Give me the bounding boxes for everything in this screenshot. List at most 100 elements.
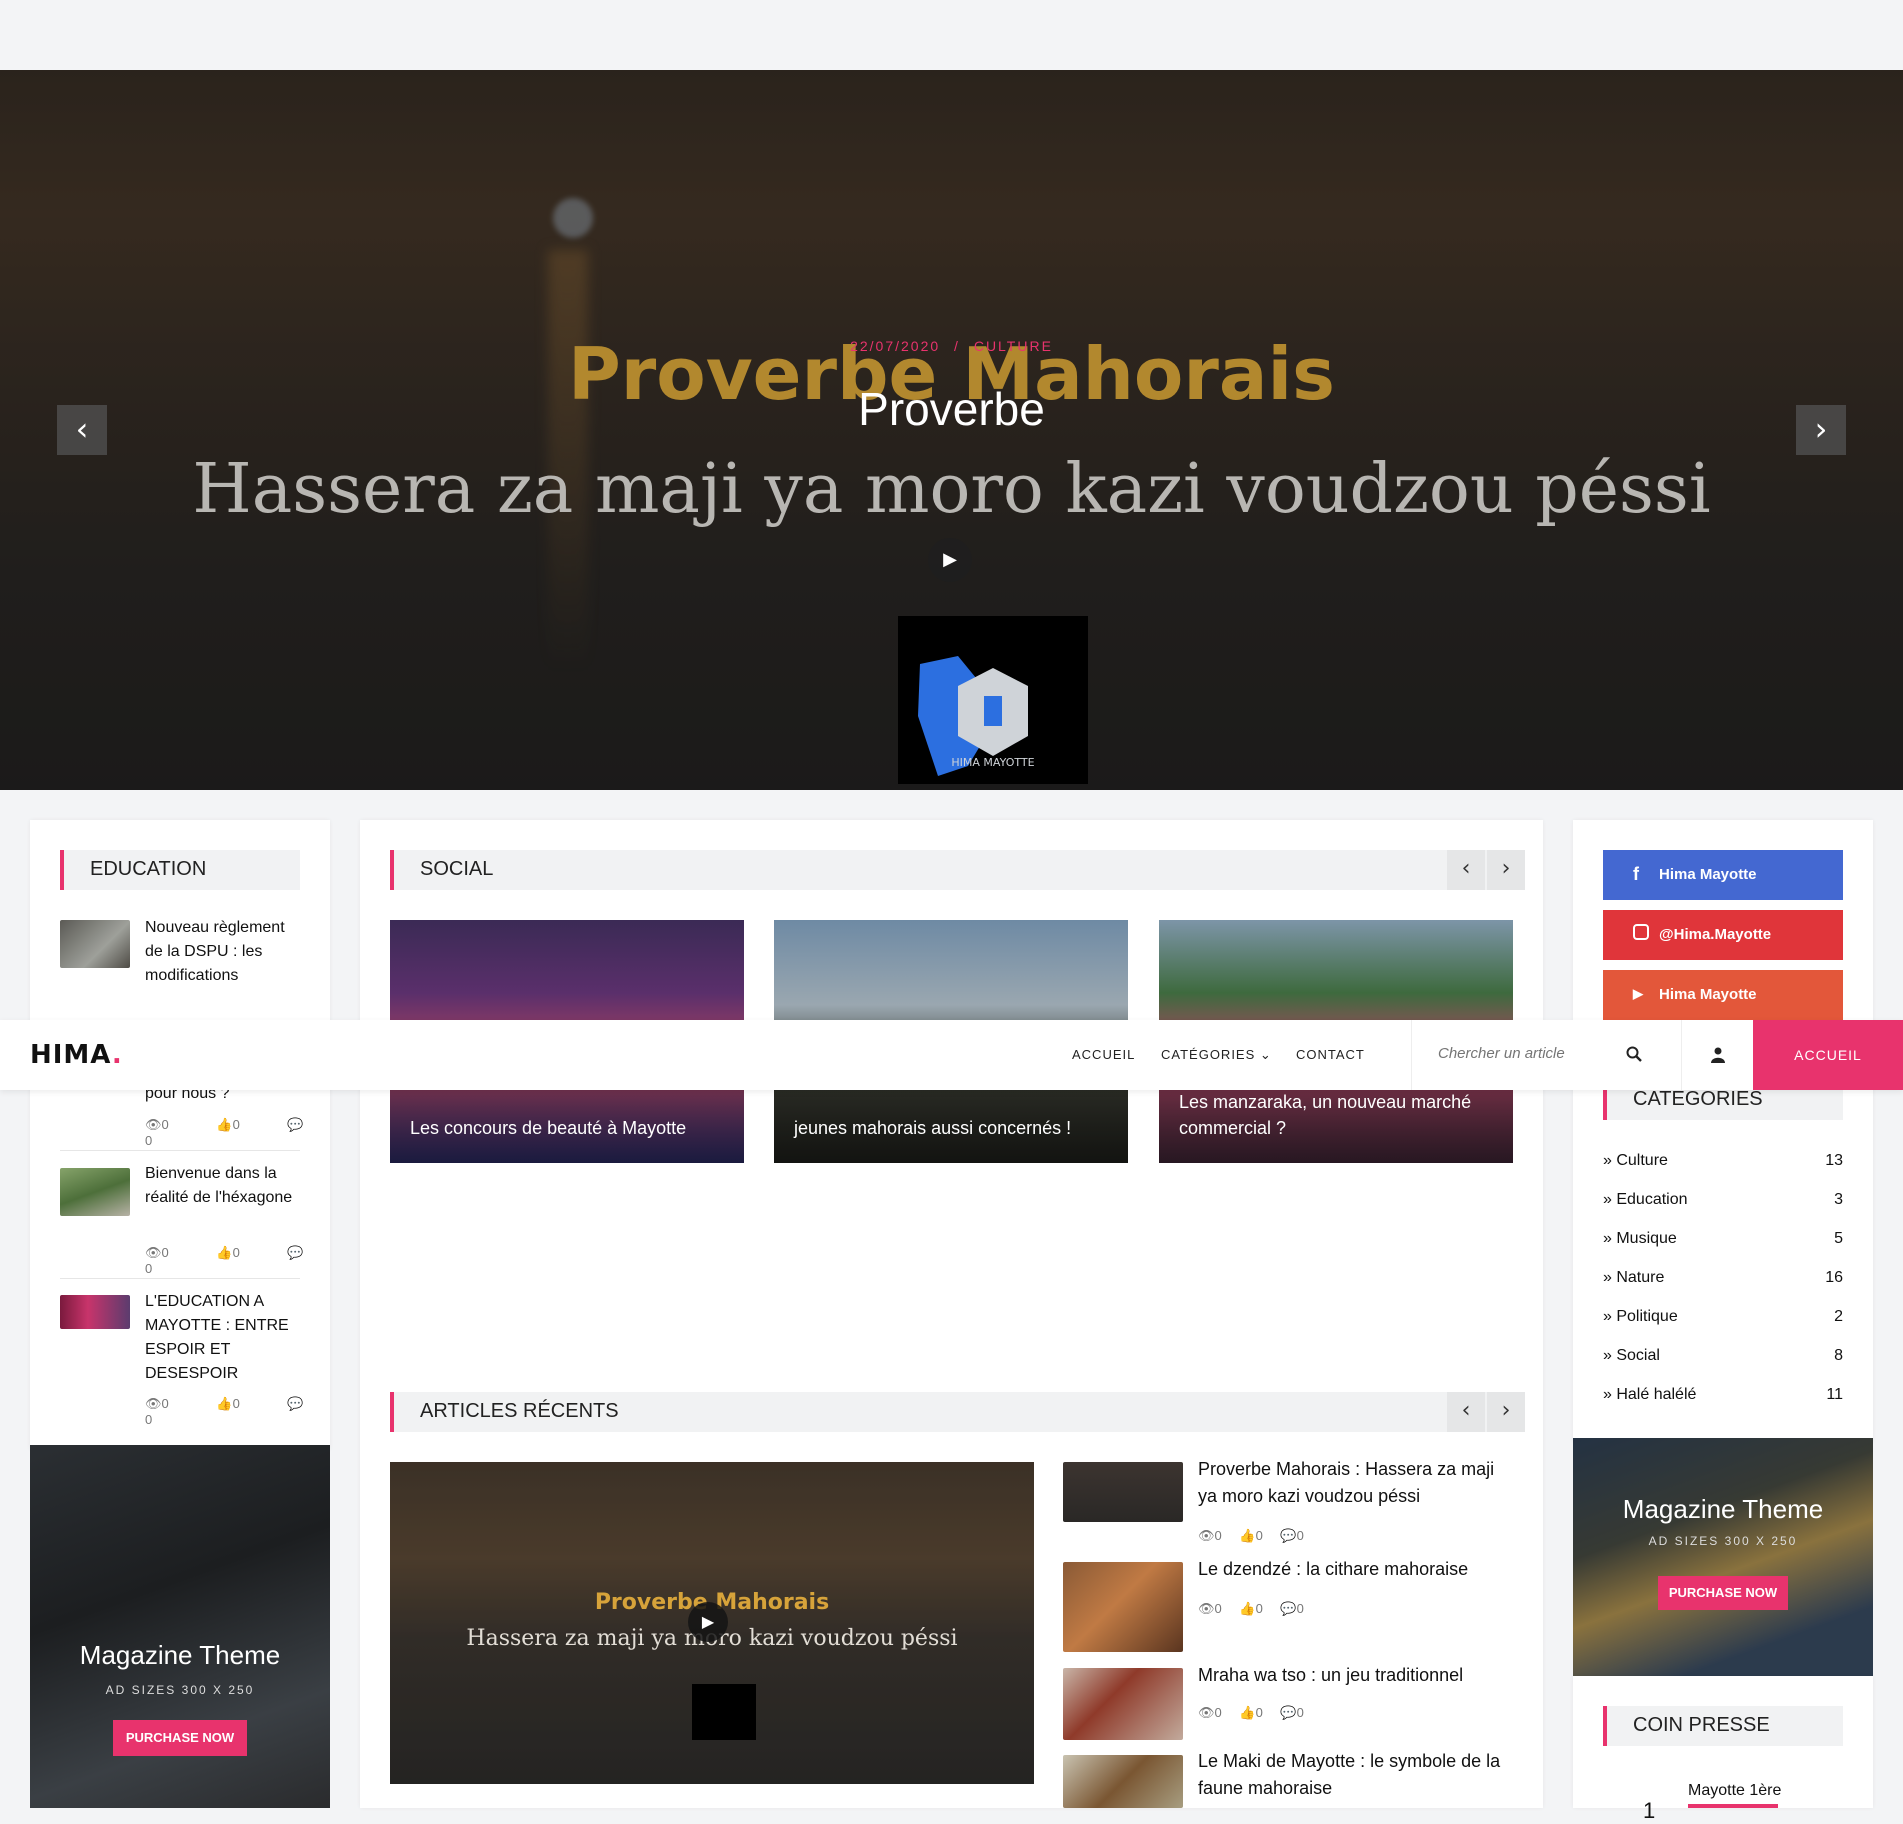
logo-dot: . <box>111 1040 123 1070</box>
category-label[interactable]: » Culture <box>1603 1152 1668 1169</box>
eye-icon: 👁 <box>145 1117 162 1132</box>
category-label[interactable]: » Nature <box>1603 1269 1664 1286</box>
instagram-icon <box>1633 924 1649 940</box>
user-icon[interactable] <box>1681 1020 1753 1090</box>
search-input[interactable] <box>1436 1044 1616 1063</box>
category-count: 8 <box>1834 1347 1843 1364</box>
nav-categories-label: CATÉGORIES <box>1161 1047 1256 1062</box>
category-label[interactable]: » Halé halélé <box>1603 1386 1696 1403</box>
category-item[interactable]: » Social 8 <box>1603 1347 1843 1365</box>
eye-icon: 👁 <box>145 1245 162 1260</box>
education-thumb-3[interactable] <box>60 1168 130 1216</box>
category-count: 11 <box>1826 1386 1843 1403</box>
recent-item-stats: 👁0 👍0 💬0 <box>1198 1601 1398 1617</box>
social-card-caption[interactable]: Les manzaraka, un nouveau marché commerc… <box>1179 1089 1497 1141</box>
divider <box>60 1278 300 1279</box>
category-item[interactable]: » Education 3 <box>1603 1191 1843 1209</box>
search-icon[interactable] <box>1626 1046 1642 1062</box>
facebook-label: Hima Mayotte <box>1659 866 1757 883</box>
play-icon[interactable]: ▶ <box>688 1602 728 1642</box>
recent-next-arrow[interactable]: › <box>1487 1392 1525 1432</box>
category-item[interactable]: » Culture 13 <box>1603 1152 1843 1170</box>
recent-item-title[interactable]: Le dzendzé : la cithare mahoraise <box>1198 1556 1518 1583</box>
eye-icon: 👁 <box>1198 1705 1215 1720</box>
ad-purchase-button[interactable]: PURCHASE NOW <box>113 1720 247 1756</box>
recent-featured-video[interactable]: Proverbe Mahorais Hassera za maji ya mor… <box>390 1462 1034 1784</box>
site-logo[interactable]: HIMA. <box>30 1040 123 1070</box>
recent-thumb[interactable] <box>1063 1755 1183 1808</box>
category-item[interactable]: » Nature 16 <box>1603 1269 1843 1287</box>
category-label[interactable]: » Education <box>1603 1191 1688 1208</box>
nav-accueil[interactable]: ACCUEIL <box>1072 1047 1135 1062</box>
recent-heading-text: ARTICLES RÉCENTS <box>420 1400 619 1422</box>
header-accueil-button[interactable]: ACCUEIL <box>1753 1020 1903 1090</box>
category-count: 3 <box>1834 1191 1843 1208</box>
education-thumb-4[interactable] <box>60 1295 130 1329</box>
education-thumb-1[interactable] <box>60 920 130 968</box>
education-heading-text: EDUCATION <box>90 858 207 880</box>
facebook-button[interactable]: f Hima Mayotte <box>1603 850 1843 900</box>
comment-icon: 💬 <box>287 1245 304 1260</box>
hero-slider[interactable]: Proverbe Mahorais 22/07/2020 / CULTURE P… <box>0 70 1903 790</box>
right-ad-banner[interactable]: Magazine Theme AD SIZES 300 X 250 PURCHA… <box>1573 1438 1873 1676</box>
views-count: 0 <box>1214 1705 1222 1720</box>
recent-item-title[interactable]: Le Maki de Mayotte : le symbole de la fa… <box>1198 1748 1518 1802</box>
recent-item-title[interactable]: Mraha wa tso : un jeu traditionnel <box>1198 1662 1518 1689</box>
comments-count: 0 <box>1296 1705 1304 1720</box>
chevron-down-icon: ⌄ <box>1259 1047 1272 1062</box>
recent-item-title[interactable]: Proverbe Mahorais : Hassera za maji ya m… <box>1198 1456 1518 1510</box>
play-icon[interactable]: ▶ <box>928 538 972 582</box>
category-count: 13 <box>1825 1152 1843 1169</box>
ad-sizes: AD SIZES 300 X 250 <box>1648 1534 1798 1548</box>
nav-categories[interactable]: CATÉGORIES ⌄ <box>1161 1047 1272 1063</box>
ad-overlay <box>1573 1438 1873 1676</box>
hero-category[interactable]: CULTURE <box>974 338 1053 354</box>
hero-next-arrow[interactable]: › <box>1796 405 1846 455</box>
education-item-stats: 👁0 👍0 💬0 <box>145 1245 305 1276</box>
social-heading: SOCIAL ‹ › <box>390 850 1525 890</box>
category-count: 16 <box>1825 1269 1843 1286</box>
recent-heading: ARTICLES RÉCENTS ‹ › <box>390 1392 1525 1432</box>
hero-logo-text: HIMA MAYOTTE <box>951 756 1035 769</box>
hero-image-subtitle: Hassera za maji ya moro kazi voudzou pés… <box>192 450 1711 529</box>
category-label[interactable]: » Musique <box>1603 1230 1677 1247</box>
education-item-title[interactable]: L'EDUCATION A MAYOTTE : ENTRE ESPOIR ET … <box>145 1290 295 1386</box>
youtube-label: Hima Mayotte <box>1659 986 1757 1003</box>
social-prev-arrow[interactable]: ‹ <box>1447 850 1485 890</box>
category-item[interactable]: » Musique 5 <box>1603 1230 1843 1248</box>
ad-purchase-button[interactable]: PURCHASE NOW <box>1658 1576 1788 1610</box>
thumbs-up-icon: 👍 <box>1239 1705 1256 1720</box>
instagram-button[interactable]: @Hima.Mayotte <box>1603 910 1843 960</box>
nav-contact[interactable]: CONTACT <box>1296 1047 1365 1062</box>
ad-title: Magazine Theme <box>1622 1494 1824 1524</box>
youtube-button[interactable]: ▶ Hima Mayotte <box>1603 970 1843 1020</box>
hero-meta: 22/07/2020 / CULTURE <box>0 338 1903 354</box>
categories-heading-text: CATEGORIES <box>1633 1088 1763 1110</box>
comments-count: 0 <box>145 1133 153 1148</box>
likes-count: 0 <box>232 1245 240 1260</box>
recent-item-stats: 👁0 👍0 💬0 <box>1198 1528 1398 1544</box>
category-label[interactable]: » Social <box>1603 1347 1660 1364</box>
recent-thumb[interactable] <box>1063 1668 1183 1740</box>
hero-separator: / <box>954 338 960 354</box>
education-panel: EDUCATION Nouveau règlement de la DSPU :… <box>30 820 330 1450</box>
left-ad-banner[interactable]: Magazine Theme AD SIZES 300 X 250 PURCHA… <box>30 1445 330 1808</box>
hero-title[interactable]: Proverbe <box>0 382 1903 436</box>
education-item-title[interactable]: Nouveau règlement de la DSPU : les modif… <box>145 916 295 988</box>
recent-thumb[interactable] <box>1063 1462 1183 1522</box>
press-item-label[interactable]: Mayotte 1ère <box>1688 1782 1781 1800</box>
category-item[interactable]: » Halé halélé 11 <box>1603 1386 1843 1404</box>
social-card-caption[interactable]: jeunes mahorais aussi concernés ! <box>794 1115 1112 1141</box>
recent-thumb[interactable] <box>1063 1562 1183 1652</box>
social-card-caption[interactable]: Les concours de beauté à Mayotte <box>410 1115 728 1141</box>
comments-count: 0 <box>1296 1528 1304 1543</box>
logo-text: HIMA <box>30 1040 112 1070</box>
views-count: 0 <box>1214 1528 1222 1543</box>
hero-prev-arrow[interactable]: ‹ <box>57 405 107 455</box>
category-count: 5 <box>1834 1230 1843 1247</box>
category-label[interactable]: » Politique <box>1603 1308 1678 1325</box>
social-next-arrow[interactable]: › <box>1487 850 1525 890</box>
education-item-title[interactable]: Bienvenue dans la réalité de l'héxagone <box>145 1162 295 1210</box>
recent-prev-arrow[interactable]: ‹ <box>1447 1392 1485 1432</box>
category-item[interactable]: » Politique 2 <box>1603 1308 1843 1326</box>
